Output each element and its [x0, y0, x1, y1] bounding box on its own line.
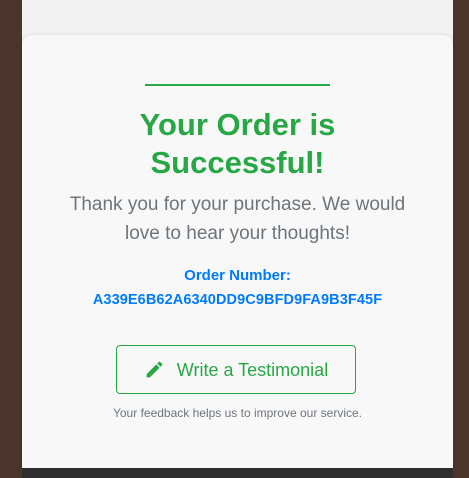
write-testimonial-label: Write a Testimonial: [176, 359, 329, 380]
title-divider: [145, 84, 330, 86]
write-testimonial-button[interactable]: Write a Testimonial: [116, 345, 356, 394]
order-number-label: Order Number:: [184, 267, 291, 284]
thank-you-message: Thank you for your purchase. We would lo…: [69, 194, 406, 244]
page-title: Your Order is Successful!: [22, 106, 453, 182]
bottom-bar: [22, 468, 453, 478]
title-line-1: Your Order is: [139, 107, 336, 142]
top-strip: [22, 0, 453, 36]
order-number-value: A339E6B62A6340DD9C9BFD9FA9B3F45F: [92, 292, 383, 308]
title-line-2: Successful!: [150, 145, 325, 180]
pencil-icon: [144, 359, 165, 380]
page-frame: Your Order is Successful! Thank you for …: [22, 0, 453, 468]
order-success-card: Your Order is Successful! Thank you for …: [22, 35, 453, 468]
feedback-note: Your feedback helps us to improve our se…: [112, 406, 363, 420]
